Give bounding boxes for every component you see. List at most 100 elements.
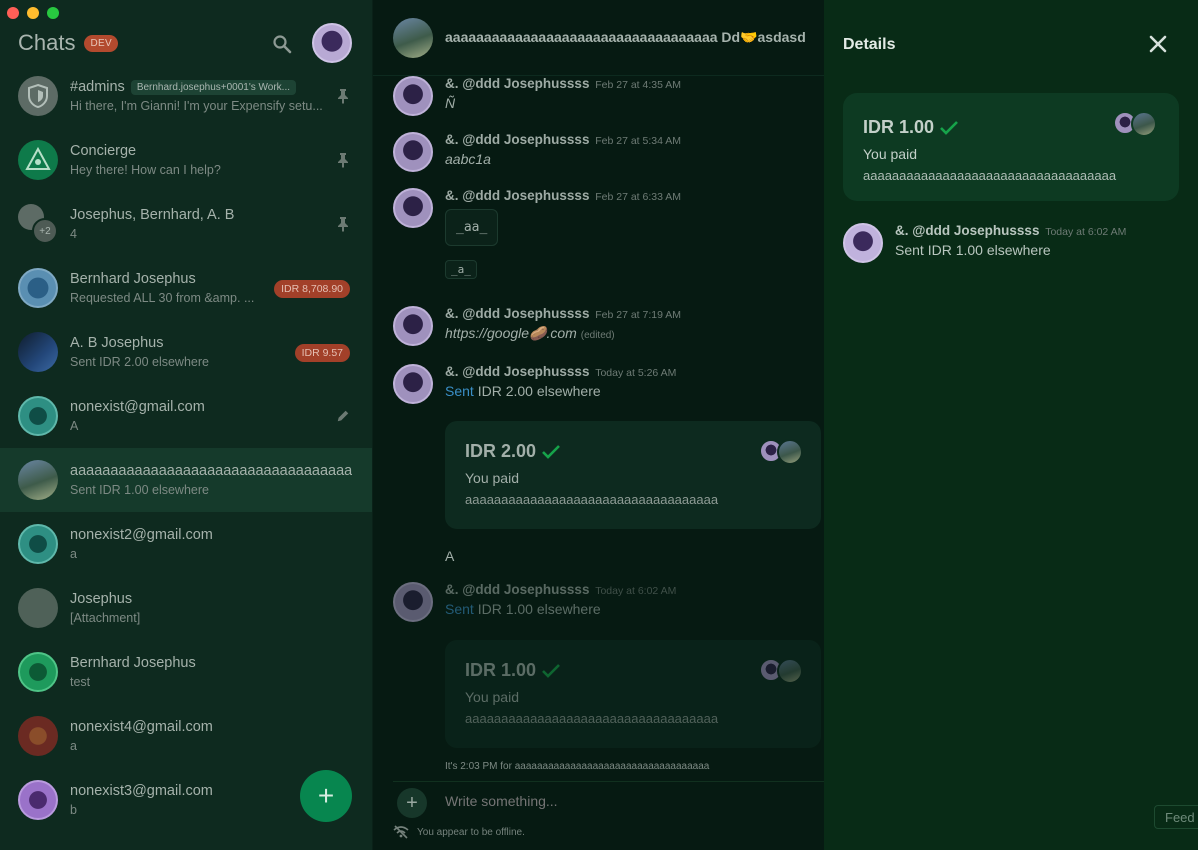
message-author[interactable]: &. @ddd Josephussss [895, 223, 1039, 238]
details-payment-card[interactable]: IDR 1.00 You paid aaaaaaaaaaaaaaaaaaaaaa… [843, 93, 1179, 201]
message-link[interactable]: https://google🥔.com [445, 325, 577, 341]
amount-badge: IDR 8,708.90 [274, 280, 350, 298]
chat-row-nonexist4[interactable]: nonexist4@gmail.com a [0, 704, 372, 768]
offline-indicator: You appear to be offline. [393, 825, 525, 839]
group-avatar: +2 [18, 204, 58, 244]
chat-preview: 4 [70, 227, 77, 241]
payment-status: You paid [863, 146, 917, 162]
chat-header-avatar [393, 17, 433, 58]
chat-row-josephus[interactable]: Josephus [Attachment] [0, 576, 372, 640]
sent-link[interactable]: Sent [445, 383, 474, 399]
chat-name: Concierge [70, 143, 137, 159]
sidebar-header: Chats DEV [18, 22, 352, 64]
payment-description: aaaaaaaaaaaaaaaaaaaaaaaaaaaaaaaaaaa [465, 711, 719, 726]
message-text: Sent IDR 1.00 elsewhere [895, 242, 1051, 258]
chat-list: #admins Bernhard.josephus+0001's Work... … [0, 64, 372, 832]
participant-avatars [759, 439, 807, 465]
pin-icon [338, 217, 348, 232]
author-avatar[interactable] [393, 76, 433, 116]
minimize-window-button[interactable] [27, 7, 39, 19]
code-block: _aa_ [445, 209, 499, 246]
chat-name: nonexist@gmail.com [70, 399, 205, 415]
pin-icon [338, 153, 348, 168]
message-text: Ñ [445, 95, 456, 111]
message-text: IDR 2.00 elsewhere [473, 383, 601, 399]
pencil-icon [337, 410, 349, 422]
contact-avatar [18, 652, 58, 692]
author-avatar[interactable] [393, 306, 433, 346]
message-author[interactable]: &. @ddd Josephussss [445, 76, 589, 91]
offline-icon [393, 825, 409, 839]
message-input[interactable] [445, 793, 785, 809]
message-author[interactable]: &. @ddd Josephussss [445, 306, 589, 321]
checkmark-icon [542, 663, 560, 678]
window-controls [7, 7, 59, 19]
chat-name: #admins [70, 79, 125, 95]
contact-avatar [18, 780, 58, 820]
chat-row-nonexist2[interactable]: nonexist2@gmail.com a [0, 512, 372, 576]
chat-name: A. B Josephus [70, 335, 164, 351]
user-avatar[interactable] [312, 23, 352, 63]
chat-row-admins[interactable]: #admins Bernhard.josephus+0001's Work... … [0, 64, 372, 128]
new-chat-button[interactable]: + [300, 770, 352, 822]
chat-row-nonexist[interactable]: nonexist@gmail.com A [0, 384, 372, 448]
sent-link[interactable]: Sent [445, 601, 474, 617]
chat-row-group[interactable]: +2 Josephus, Bernhard, A. B 4 [0, 192, 372, 256]
chat-pane: aaaaaaaaaaaaaaaaaaaaaaaaaaaaaaaaaaa Dd🤝a… [373, 0, 824, 850]
chat-row-bernhard-2[interactable]: Bernhard Josephus test [0, 640, 372, 704]
inline-code: _a_ [445, 260, 477, 279]
chat-name: nonexist2@gmail.com [70, 527, 213, 543]
env-badge: DEV [84, 34, 118, 52]
message-author[interactable]: &. @ddd Josephussss [445, 582, 589, 597]
author-avatar[interactable] [393, 188, 433, 228]
close-icon[interactable] [1148, 34, 1168, 54]
message-time: Feb 27 at 7:19 AM [595, 309, 682, 321]
message-time: Today at 6:02 AM [1045, 226, 1127, 238]
checkmark-icon [940, 120, 958, 135]
contact-avatar [18, 588, 58, 628]
author-avatar[interactable] [393, 364, 433, 404]
message-author[interactable]: &. @ddd Josephussss [445, 132, 589, 147]
chat-name: Josephus, Bernhard, A. B [70, 207, 235, 223]
chat-row-active[interactable]: aaaaaaaaaaaaaaaaaaaaaaaaaaaaaaaaaaa... S… [0, 448, 372, 512]
sidebar: Chats DEV #admins Bernhard.josephus+0001'… [0, 0, 373, 850]
chat-preview: Sent IDR 2.00 elsewhere [70, 355, 209, 369]
add-attachment-button[interactable]: + [397, 788, 427, 818]
chat-preview: test [70, 675, 91, 689]
search-icon[interactable] [272, 34, 292, 54]
message-time: Feb 27 at 4:35 AM [595, 79, 682, 91]
payment-card[interactable]: IDR 2.00 You paid aaaaaaaaaaaaaaaaaaaaaa… [445, 421, 821, 529]
chat-preview: Requested ALL 30 from &amp. ... [70, 291, 255, 305]
payment-card-pending[interactable]: IDR 1.00 You paid aaaaaaaaaaaaaaaaaaaaaa… [445, 640, 821, 748]
message-time: Feb 27 at 5:34 AM [595, 135, 682, 147]
message-author[interactable]: &. @ddd Josephussss [445, 188, 589, 203]
payment-description: aaaaaaaaaaaaaaaaaaaaaaaaaaaaaaaaaaa [465, 492, 719, 507]
feedback-button[interactable]: Feed [1154, 805, 1198, 829]
concierge-avatar [18, 140, 58, 180]
chat-header[interactable]: aaaaaaaaaaaaaaaaaaaaaaaaaaaaaaaaaaa Dd🤝a… [373, 0, 824, 76]
participant-avatars [1113, 111, 1161, 137]
message-author[interactable]: &. @ddd Josephussss [445, 364, 589, 379]
maximize-window-button[interactable] [47, 7, 59, 19]
contact-avatar [18, 396, 58, 436]
edited-label: (edited) [580, 330, 615, 341]
author-avatar[interactable] [843, 223, 883, 263]
chat-row-concierge[interactable]: Concierge Hey there! How can I help? [0, 128, 372, 192]
chat-row-bernhard[interactable]: Bernhard Josephus Requested ALL 30 from … [0, 256, 372, 320]
chat-row-ab-josephus[interactable]: A. B Josephus Sent IDR 2.00 elsewhere ID… [0, 320, 372, 384]
chat-name: Bernhard Josephus [70, 271, 196, 287]
chat-header-title: aaaaaaaaaaaaaaaaaaaaaaaaaaaaaaaaaaa Dd🤝a… [445, 29, 806, 45]
contact-avatar [18, 716, 58, 756]
close-window-button[interactable] [7, 7, 19, 19]
amount-badge: IDR 9.57 [294, 344, 350, 362]
contact-avatar [18, 524, 58, 564]
details-title: Details [843, 36, 896, 53]
author-avatar[interactable] [393, 582, 433, 622]
message-text: A [445, 548, 455, 564]
extra-members-count: +2 [32, 218, 58, 244]
author-avatar[interactable] [393, 132, 433, 172]
payment-status: You paid [465, 470, 519, 486]
chat-name: Bernhard Josephus [70, 655, 196, 671]
message-text: IDR 1.00 elsewhere [473, 601, 601, 617]
pin-icon [338, 89, 348, 104]
